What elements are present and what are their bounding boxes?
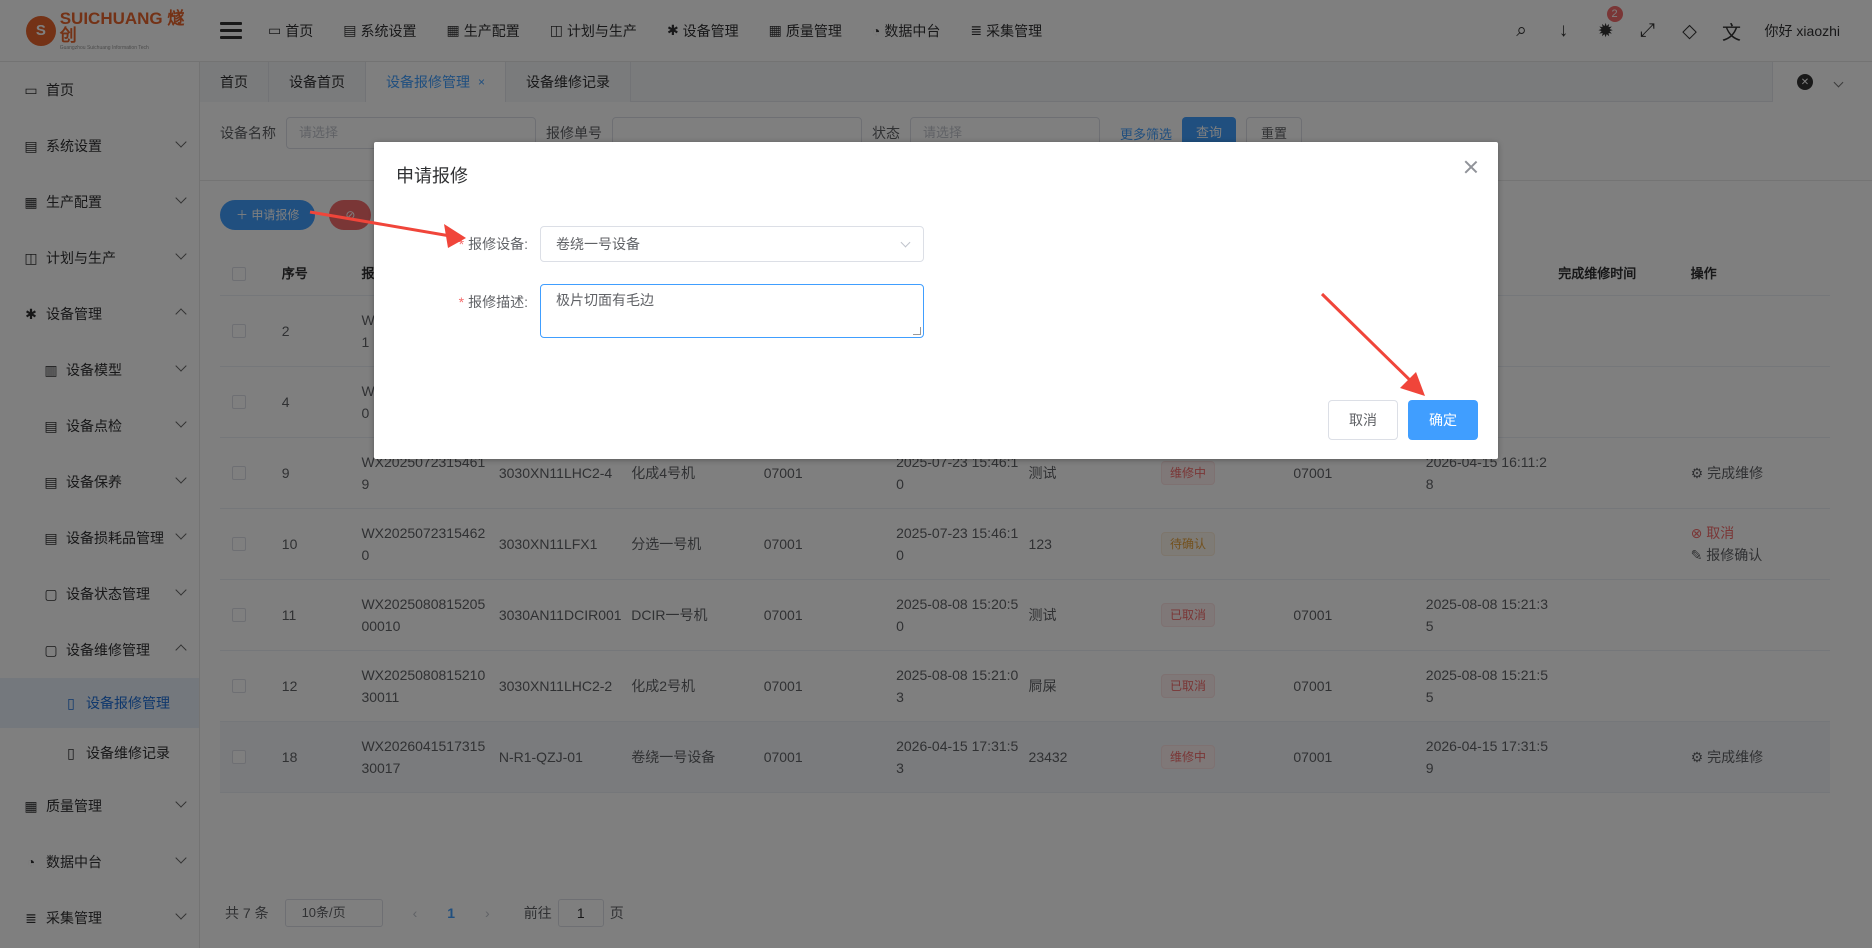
required-mark: *: [458, 294, 465, 310]
cancel-button[interactable]: 取消: [1328, 400, 1398, 440]
chevron-down-icon: [900, 237, 911, 248]
repair-description-textarea[interactable]: 极片切面有毛边: [540, 284, 924, 338]
dialog-title: 申请报修: [396, 166, 468, 186]
resize-handle-icon[interactable]: [913, 327, 921, 335]
device-label: 报修设备:: [468, 236, 528, 252]
apply-repair-dialog: 申请报修 * 报修设备: 卷绕一号设备 * 报修描述: 极片切面有毛边 取消 确定: [374, 142, 1498, 459]
description-label: 报修描述:: [468, 294, 528, 310]
device-form-row: * 报修设备: 卷绕一号设备: [374, 226, 924, 262]
required-mark: *: [458, 236, 465, 252]
repair-device-select[interactable]: 卷绕一号设备: [540, 226, 924, 262]
confirm-button[interactable]: 确定: [1408, 400, 1478, 440]
close-icon[interactable]: [1464, 160, 1478, 174]
description-form-row: * 报修描述: 极片切面有毛边: [374, 284, 924, 338]
